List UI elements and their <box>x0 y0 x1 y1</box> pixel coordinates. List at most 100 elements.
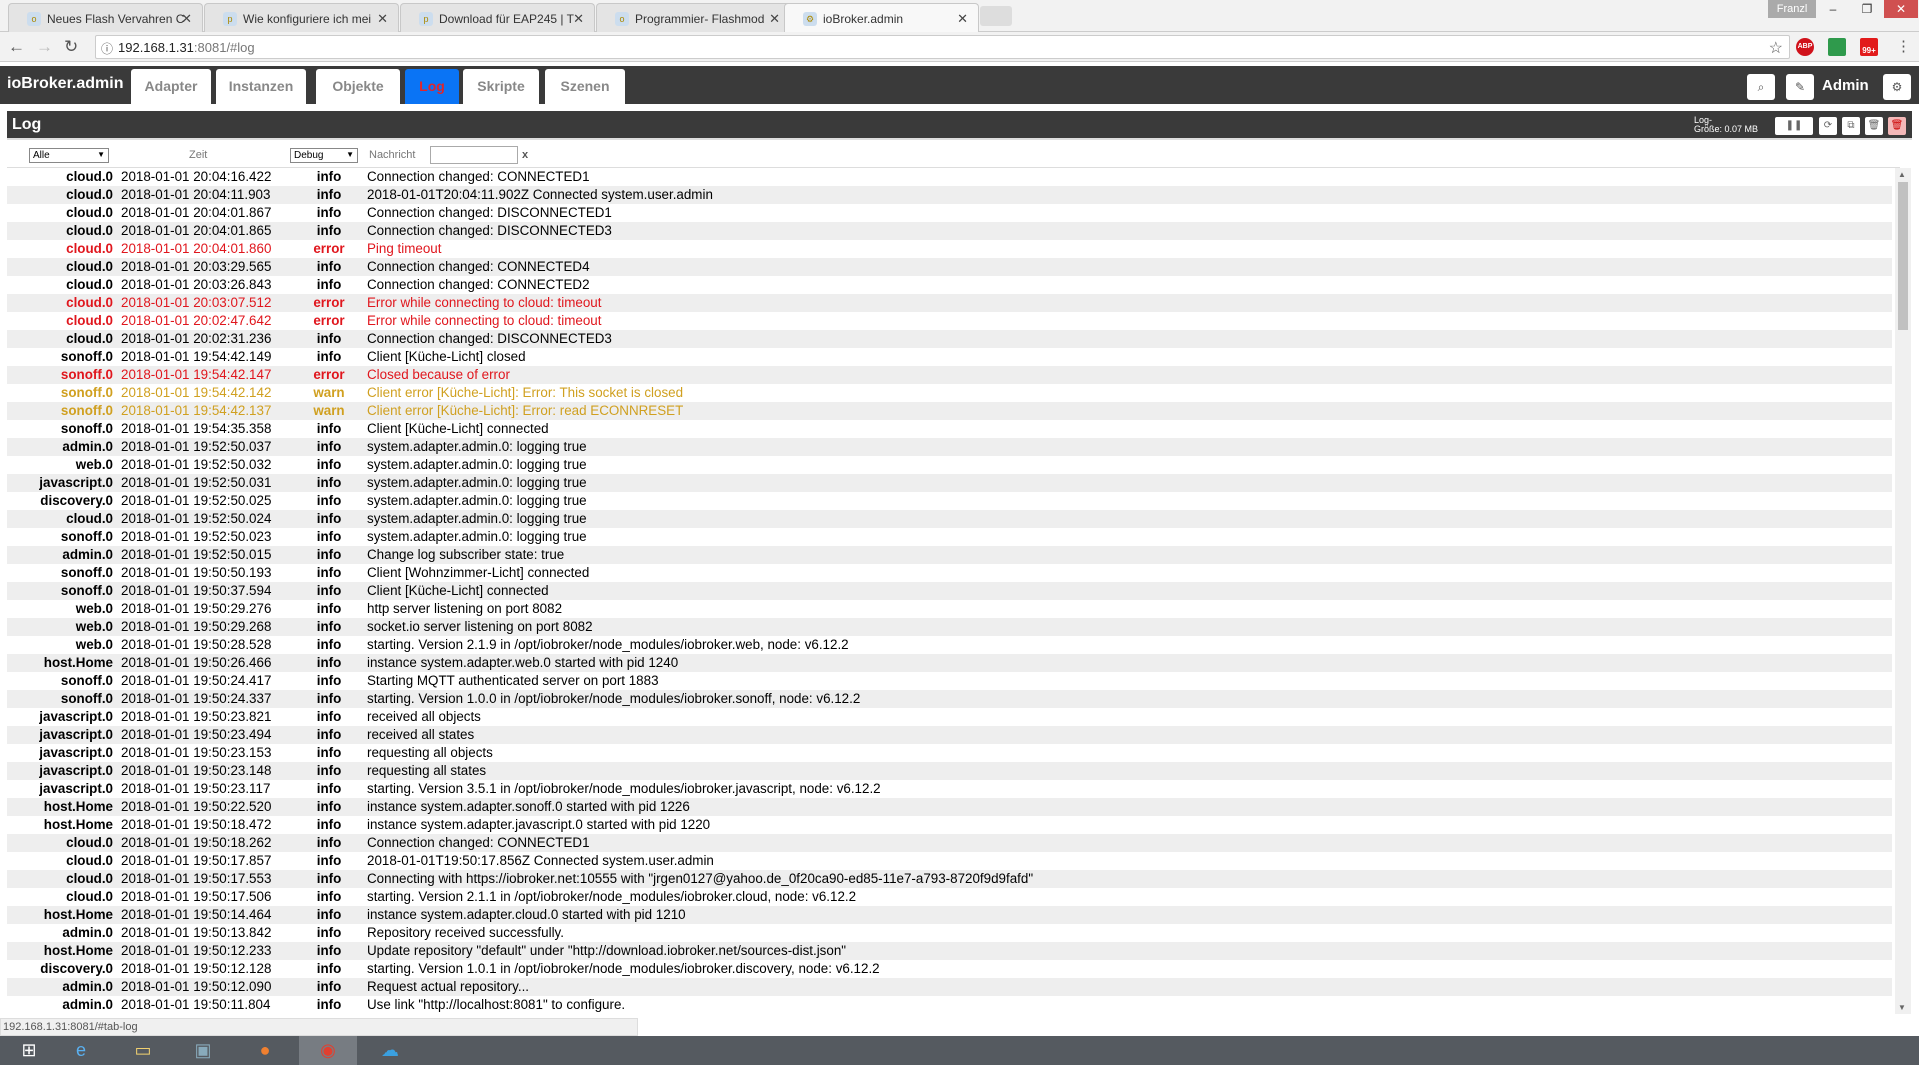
adblock-extension-icon[interactable]: ABP <box>1796 38 1814 56</box>
log-level: info <box>316 259 342 274</box>
tab-skripte[interactable]: Skripte <box>463 69 539 104</box>
log-level: info <box>316 583 342 598</box>
log-level: info <box>316 529 342 544</box>
window-close-icon[interactable]: ✕ <box>1884 0 1918 18</box>
log-source: cloud.0 <box>66 313 113 328</box>
back-icon[interactable]: ← <box>8 37 25 57</box>
edit-icon[interactable]: ✎ <box>1786 74 1814 100</box>
log-source: web.0 <box>75 637 113 652</box>
tab-objekte[interactable]: Objekte <box>316 69 400 104</box>
scroll-down-icon[interactable]: ▼ <box>1898 1003 1906 1012</box>
bookmark-star-icon[interactable]: ☆ <box>1769 38 1783 58</box>
refresh-icon[interactable]: ⟳ <box>1819 117 1837 135</box>
log-message: Change log subscriber state: true <box>367 547 565 562</box>
internet-explorer-icon[interactable]: e <box>52 1036 110 1065</box>
scroll-up-icon[interactable]: ▲ <box>1898 170 1906 179</box>
file-explorer-icon[interactable]: ▭ <box>114 1036 172 1065</box>
log-message: system.adapter.admin.0: logging true <box>367 493 587 508</box>
forward-icon[interactable]: → <box>36 37 53 57</box>
log-source: cloud.0 <box>66 835 113 850</box>
close-tab-icon[interactable]: ✕ <box>377 11 388 27</box>
user-label[interactable]: Admin <box>1822 77 1869 94</box>
app-brand: ioBroker.admin <box>7 75 124 92</box>
tab-instanzen[interactable]: Instanzen <box>216 69 306 104</box>
log-source: sonoff.0 <box>60 421 113 436</box>
log-row: cloud.0 2018-01-01 20:04:01.860 error Ping … <box>7 240 1892 258</box>
log-size: Log- Größe: 0.07 MB <box>1694 115 1759 134</box>
log-row: sonoff.0 2018-01-01 19:52:50.023 info syste… <box>7 528 1892 546</box>
log-source: javascript.0 <box>39 475 113 490</box>
log-message: requesting all states <box>367 763 487 778</box>
tab-log[interactable]: Log <box>405 69 459 104</box>
tab-adapter[interactable]: Adapter <box>131 69 211 104</box>
browser-menu-icon[interactable]: ⋮ <box>1896 37 1911 55</box>
chrome-icon[interactable]: ◉ <box>299 1036 357 1065</box>
pause-icon[interactable]: ❚❚ <box>1775 117 1813 135</box>
close-tab-icon[interactable]: ✕ <box>573 11 584 27</box>
log-source: host.Home <box>43 799 113 814</box>
close-tab-icon[interactable]: ✕ <box>957 11 968 27</box>
log-level: warn <box>313 403 345 418</box>
log-source: cloud.0 <box>66 169 113 184</box>
tab-szenen[interactable]: Szenen <box>545 69 625 104</box>
flash-favicon-icon: o <box>615 12 629 26</box>
level-filter-select[interactable]: Debug ▼ <box>290 148 358 163</box>
log-message: starting. Version 1.0.0 in /opt/iobroker… <box>367 691 861 706</box>
log-message: system.adapter.admin.0: logging true <box>367 457 587 472</box>
close-tab-icon[interactable]: ✕ <box>181 11 192 27</box>
log-row: admin.0 2018-01-01 19:52:50.015 info Change… <box>7 546 1892 564</box>
scrollbar-thumb[interactable] <box>1898 182 1908 330</box>
browser-tab-active[interactable]: ⚙ ioBroker.admin ✕ <box>784 3 979 32</box>
log-level: error <box>313 241 345 256</box>
log-level: info <box>316 871 342 886</box>
log-level: info <box>316 781 342 796</box>
log-message: starting. Version 1.0.1 in /opt/iobroker… <box>367 961 880 976</box>
extension-badge-icon[interactable]: 99+ <box>1860 38 1878 56</box>
message-filter-input[interactable] <box>430 146 518 164</box>
log-level: info <box>316 475 342 490</box>
log-row: sonoff.0 2018-01-01 19:54:42.147 error Clos… <box>7 366 1892 384</box>
computer-icon[interactable]: ▣ <box>174 1036 232 1065</box>
browser-tab[interactable]: p Download für EAP245 | T ✕ <box>400 3 595 32</box>
close-tab-icon[interactable]: ✕ <box>769 11 780 27</box>
cloud-app-icon[interactable]: ☁ <box>361 1036 419 1065</box>
delete-log-icon[interactable]: 🗑 <box>1888 117 1906 135</box>
log-source: cloud.0 <box>66 853 113 868</box>
log-row: cloud.0 2018-01-01 20:04:01.865 info Connec… <box>7 222 1892 240</box>
log-source: admin.0 <box>62 997 113 1012</box>
browser-tab[interactable]: p Wie konfiguriere ich mei ✕ <box>204 3 399 32</box>
gear-favicon-icon: ⚙ <box>803 12 817 26</box>
reload-icon[interactable]: ↻ <box>64 37 78 57</box>
clear-filter-button[interactable]: x <box>522 149 528 161</box>
log-row: host.Home 2018-01-01 19:50:22.520 info inst… <box>7 798 1892 816</box>
copy-icon[interactable]: ⧉ <box>1842 117 1860 135</box>
windows-start-icon[interactable]: ⊞ <box>0 1036 58 1065</box>
log-time: 2018-01-01 19:50:18.262 <box>121 835 272 850</box>
search-icon[interactable]: ⌕ <box>1747 74 1775 100</box>
clear-list-icon[interactable]: 🗑 <box>1865 117 1883 135</box>
app-navbar: ioBroker.admin Adapter Instanzen Objekte… <box>0 66 1919 104</box>
log-message: Use link "http://localhost:8081" to conf… <box>367 997 626 1012</box>
firefox-icon[interactable]: ● <box>236 1036 294 1065</box>
google-drive-icon[interactable] <box>1828 38 1846 56</box>
scrollbar[interactable]: ▲ ▼ <box>1895 168 1911 1014</box>
log-time: 2018-01-01 20:04:01.867 <box>121 205 272 220</box>
status-url: 192.168.1.31:8081/#tab-log <box>0 1018 638 1036</box>
log-row: sonoff.0 2018-01-01 19:54:35.358 info Clien… <box>7 420 1892 438</box>
settings-gear-icon[interactable]: ⚙ <box>1883 74 1911 100</box>
browser-tab[interactable]: o Programmier- Flashmod ✕ <box>596 3 791 32</box>
log-row: javascript.0 2018-01-01 19:50:23.117 info s… <box>7 780 1892 798</box>
log-message: requesting all objects <box>367 745 493 760</box>
log-time: 2018-01-01 20:03:26.843 <box>121 277 272 292</box>
restore-icon[interactable]: ❐ <box>1850 0 1884 18</box>
log-level: info <box>316 889 342 904</box>
url-input[interactable]: ⓘ 192.168.1.31:8081/#log ☆ <box>95 35 1790 59</box>
new-tab-button[interactable] <box>980 6 1012 26</box>
minimize-icon[interactable]: ‒ <box>1816 0 1850 18</box>
log-level: info <box>316 277 342 292</box>
log-time: 2018-01-01 19:50:37.594 <box>121 583 272 598</box>
source-filter-select[interactable]: Alle ▼ <box>29 148 109 163</box>
log-row: cloud.0 2018-01-01 19:50:17.506 info starti… <box>7 888 1892 906</box>
log-source: sonoff.0 <box>60 673 113 688</box>
browser-tab[interactable]: o Neues Flash Vervahren C ✕ <box>8 3 203 32</box>
